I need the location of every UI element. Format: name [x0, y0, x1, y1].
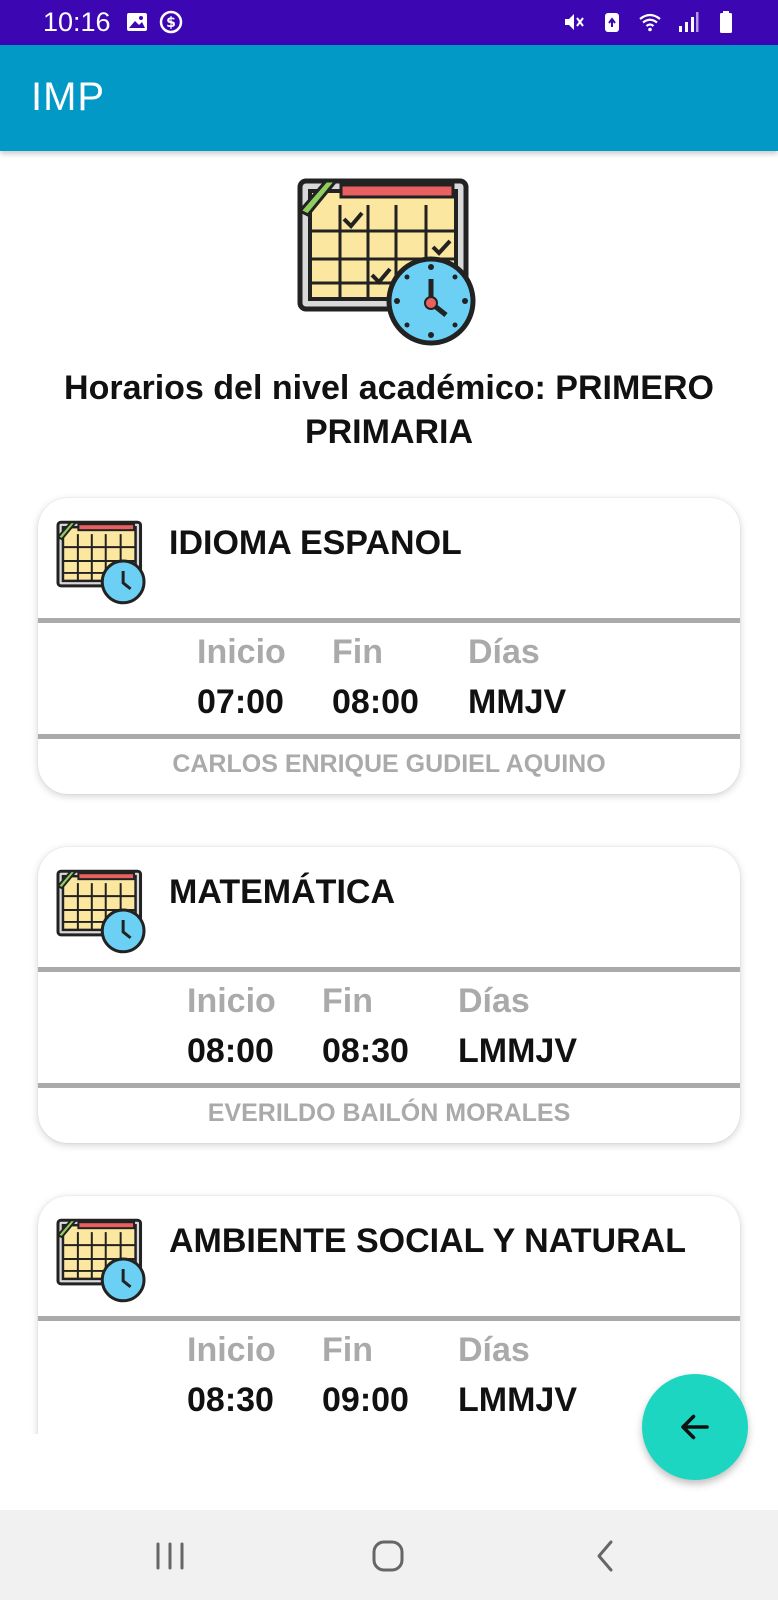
system-nav-bar: [0, 1510, 778, 1600]
status-time: 10:16: [43, 7, 111, 37]
app-title: IMP: [31, 75, 106, 119]
days-label: Días: [468, 633, 540, 671]
days-value: LMMJV: [458, 1381, 577, 1419]
schedule-card[interactable]: IDIOMA ESPANOL Inicio 07:00 Fin 08:00 Dí…: [38, 498, 740, 794]
battery-icon: [720, 11, 732, 33]
start-column: Inicio 08:00: [187, 977, 276, 1077]
days-label: Días: [458, 1331, 530, 1369]
divider: [38, 967, 740, 972]
dollar-circle-icon: $: [159, 10, 183, 34]
end-column: Fin 09:00: [322, 1326, 409, 1426]
days-column: Días LMMJV: [458, 1326, 577, 1426]
end-column: Fin 08:30: [322, 977, 409, 1077]
days-column: Días LMMJV: [458, 977, 577, 1077]
recent-apps-icon[interactable]: [148, 1534, 192, 1578]
subject-name: AMBIENTE SOCIAL Y NATURAL: [169, 1222, 686, 1260]
teacher-name: CARLOS ENRIQUE GUDIEL AQUINO: [172, 750, 606, 778]
start-time: 07:00: [197, 683, 284, 721]
end-label: Fin: [322, 982, 373, 1020]
signal-icon: [679, 12, 699, 32]
schedule-card[interactable]: MATEMÁTICA Inicio 08:00 Fin 08:30 Días L…: [38, 847, 740, 1143]
end-time: 08:00: [332, 683, 419, 721]
mute-icon: [565, 14, 584, 30]
schedule-card[interactable]: AMBIENTE SOCIAL Y NATURAL Inicio 08:30 F…: [38, 1196, 740, 1434]
start-time: 08:00: [187, 1032, 274, 1070]
start-time: 08:30: [187, 1381, 274, 1419]
status-bar: 10:16 $: [0, 0, 778, 45]
days-column: Días MMJV: [468, 628, 566, 728]
end-column: Fin 08:00: [332, 628, 419, 728]
start-column: Inicio 08:30: [187, 1326, 276, 1426]
start-label: Inicio: [187, 982, 276, 1020]
home-icon[interactable]: [366, 1534, 410, 1578]
teacher-name: EVERILDO BAILÓN MORALES: [207, 1099, 571, 1127]
end-label: Fin: [322, 1331, 373, 1369]
back-icon[interactable]: [584, 1534, 628, 1578]
end-label: Fin: [332, 633, 383, 671]
end-time: 09:00: [322, 1381, 409, 1419]
wifi-icon: [639, 13, 661, 32]
battery-saver-icon: [605, 13, 619, 32]
divider: [38, 618, 740, 623]
back-fab-button[interactable]: [642, 1374, 748, 1480]
start-label: Inicio: [197, 633, 286, 671]
calendar-clock-icon: [56, 869, 146, 954]
end-time: 08:30: [322, 1032, 409, 1070]
days-value: MMJV: [468, 683, 567, 721]
image-icon: [127, 13, 147, 31]
calendar-clock-icon: [56, 1218, 146, 1303]
subject-name: IDIOMA ESPANOL: [169, 524, 462, 562]
calendar-clock-icon: [56, 520, 146, 605]
subject-name: MATEMÁTICA: [169, 873, 395, 911]
days-label: Días: [458, 982, 530, 1020]
calendar-clock-icon: [297, 178, 476, 346]
divider: [38, 1316, 740, 1321]
days-value: LMMJV: [458, 1032, 577, 1070]
divider: [38, 734, 740, 739]
page-title: Horarios del nivel académico: PRIMERO PR…: [64, 369, 714, 451]
start-label: Inicio: [187, 1331, 276, 1369]
start-column: Inicio 07:00: [197, 628, 286, 728]
schedule-scroll-area[interactable]: Horarios del nivel académico: PRIMERO PR…: [0, 151, 778, 1434]
app-bar: IMP: [0, 45, 778, 151]
arrow-back-icon: [681, 1414, 709, 1440]
svg-text:$: $: [166, 15, 176, 31]
divider: [38, 1083, 740, 1088]
